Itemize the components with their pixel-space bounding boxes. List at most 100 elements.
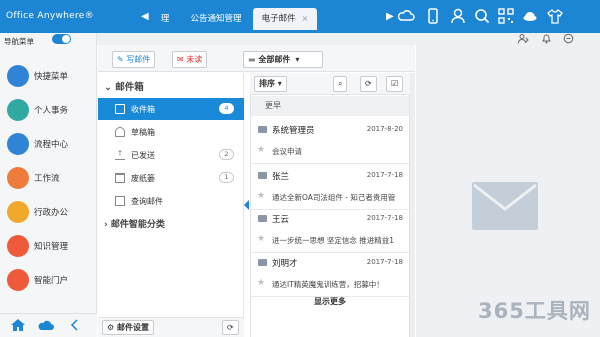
- mail-date: 2017-7-18: [366, 214, 403, 222]
- mail-subject: 通达全新OA司法组件 - 知己者贵用管: [272, 193, 396, 202]
- sidebar-item-knowledge[interactable]: 知识管理: [0, 230, 97, 264]
- sidebar-item-workflow[interactable]: 工作流: [0, 162, 97, 196]
- sidebar-item-personal[interactable]: 个人事务: [0, 94, 97, 128]
- sidebar-item-admin[interactable]: 行政办公: [0, 196, 97, 230]
- sidebar-item-label: 流程中心: [34, 140, 69, 150]
- mail-sender: 张兰: [272, 172, 290, 182]
- mobile-icon[interactable]: [424, 7, 442, 25]
- refresh-icon: ⟳: [227, 323, 234, 332]
- mailbox-heading-label: 邮件箱: [115, 82, 144, 93]
- tab-notice[interactable]: 公告通知管理: [183, 8, 249, 30]
- home-icon[interactable]: [10, 318, 26, 332]
- tab-prev-icon[interactable]: ◀: [141, 11, 149, 22]
- gear-icon: ⚙: [107, 323, 117, 332]
- rocket-icon: [7, 65, 29, 87]
- mark-read-button[interactable]: ☑: [386, 76, 404, 92]
- book-icon: [7, 235, 29, 257]
- tab-close-icon[interactable]: ×: [302, 14, 309, 23]
- folder-item-label: 收件箱: [131, 105, 155, 114]
- users-icon[interactable]: [518, 33, 529, 44]
- mail-subject: 会议申请: [272, 147, 302, 156]
- group-header: 更早: [251, 96, 409, 116]
- tab-next-icon[interactable]: ▶: [386, 11, 394, 22]
- mail-date: 2017-7-18: [366, 258, 403, 266]
- search-icon: ⌕: [338, 79, 343, 88]
- person-icon: [7, 99, 29, 121]
- refresh-button[interactable]: ⟳: [360, 76, 377, 92]
- unread-icon: ✉: [177, 55, 187, 64]
- folder-select[interactable]: ▬ 全部邮件 ▾: [243, 51, 323, 68]
- chevron-right-icon: ›: [104, 220, 111, 230]
- search-mail-button[interactable]: ⌕: [333, 76, 348, 92]
- list-scrollbar[interactable]: [410, 73, 415, 337]
- mail-sender: 刘明才: [272, 259, 298, 269]
- bell-icon[interactable]: [541, 33, 552, 44]
- star-icon[interactable]: ★: [257, 191, 265, 201]
- mail-row[interactable]: 系统管理员 2017-8-20 ★ 会议申请: [251, 117, 409, 164]
- folder-item-inbox[interactable]: 收件箱 4: [98, 98, 244, 120]
- shirt-icon[interactable]: [546, 7, 564, 25]
- sidebar-item-portal[interactable]: 智能门户: [0, 264, 97, 298]
- compose-button-label: 写邮件: [126, 55, 151, 64]
- refresh-icon: ⟳: [365, 79, 372, 88]
- star-icon[interactable]: ★: [257, 278, 265, 288]
- pencil-icon: ✎: [117, 55, 127, 64]
- folder-item-search[interactable]: 查询邮件: [98, 190, 244, 212]
- search-icon[interactable]: [473, 7, 491, 25]
- nav-menu-toggle[interactable]: [52, 34, 71, 44]
- workflow-icon: [7, 167, 29, 189]
- refresh-folders-button[interactable]: ⟳: [222, 320, 239, 335]
- mail-subject: 进一步统一思想 坚定信念 推进精益1: [272, 236, 395, 245]
- compose-button[interactable]: ✎ 写邮件: [112, 51, 156, 68]
- tab-item[interactable]: 理: [150, 8, 180, 30]
- mail-date: 2017-8-20: [366, 125, 403, 133]
- folder-select-value: 全部邮件: [258, 55, 291, 64]
- folder-item-label: 已发送: [131, 151, 155, 160]
- document-icon: [115, 196, 125, 206]
- sidebar-item-label: 个人事务: [34, 106, 69, 116]
- folder-item-drafts[interactable]: 草稿箱: [98, 121, 244, 143]
- watermark: 365工具网: [478, 299, 591, 323]
- chat-icon[interactable]: [563, 33, 574, 44]
- folder-item-label: 草稿箱: [131, 128, 155, 137]
- cloud-icon[interactable]: [37, 319, 55, 331]
- folder-item-sent[interactable]: ↑ 已发送 2: [98, 144, 244, 166]
- collapse-left-icon[interactable]: [244, 200, 249, 210]
- portal-icon: [7, 269, 29, 291]
- collapse-icon[interactable]: [70, 319, 80, 331]
- mail-row[interactable]: 刘明才 2017-7-18 ★ 通达IT精英魔鬼训练营，招募中！: [251, 250, 409, 297]
- unread-button[interactable]: ✉ 未读: [172, 51, 208, 68]
- show-more-link[interactable]: 显示更多: [251, 296, 409, 310]
- mailbox-heading[interactable]: ⌄ 邮件箱: [104, 79, 144, 93]
- mail-sender: 系统管理员: [272, 126, 315, 136]
- user-icon[interactable]: [449, 7, 467, 25]
- qr-code-icon[interactable]: [497, 7, 515, 25]
- mail-row[interactable]: 王云 2017-7-18 ★ 进一步统一思想 坚定信念 推进精益1: [251, 206, 409, 253]
- sidebar-item-process[interactable]: 流程中心: [0, 128, 97, 162]
- envelope-icon: [258, 172, 267, 179]
- sort-label: 排序: [259, 79, 275, 88]
- folder-item-label: 废纸篓: [131, 174, 155, 183]
- unread-button-label: 未读: [186, 55, 203, 64]
- app-logo: Office Anywhere®: [6, 11, 94, 21]
- star-icon[interactable]: ★: [257, 234, 265, 244]
- nav-menu-label: 导航菜单: [4, 37, 34, 46]
- tab-email[interactable]: 电子邮件 ×: [253, 8, 317, 30]
- sidebar-item-shortcut[interactable]: 快捷菜单: [0, 60, 97, 94]
- mail-settings-label: 邮件设置: [116, 323, 149, 332]
- mail-row[interactable]: 张兰 2017-7-18 ★ 通达全新OA司法组件 - 知己者贵用管: [251, 163, 409, 210]
- chevron-down-icon: ▾: [275, 79, 282, 88]
- smart-category-label: 邮件智能分类: [110, 220, 165, 230]
- trash-icon: [115, 173, 125, 183]
- cloud-icon[interactable]: [397, 7, 415, 25]
- mail-settings-button[interactable]: ⚙ 邮件设置: [102, 320, 154, 335]
- star-icon[interactable]: ★: [257, 145, 265, 155]
- sort-button[interactable]: 排序 ▾: [254, 76, 287, 92]
- envelope-icon: [472, 182, 538, 230]
- count-badge: 2: [219, 149, 234, 160]
- envelope-icon: [258, 215, 267, 222]
- folder-item-trash[interactable]: 废纸篓 1: [98, 167, 244, 189]
- smart-category[interactable]: › 邮件智能分类: [104, 217, 165, 230]
- plate-icon[interactable]: [521, 7, 539, 25]
- upload-icon: ↑: [115, 149, 125, 160]
